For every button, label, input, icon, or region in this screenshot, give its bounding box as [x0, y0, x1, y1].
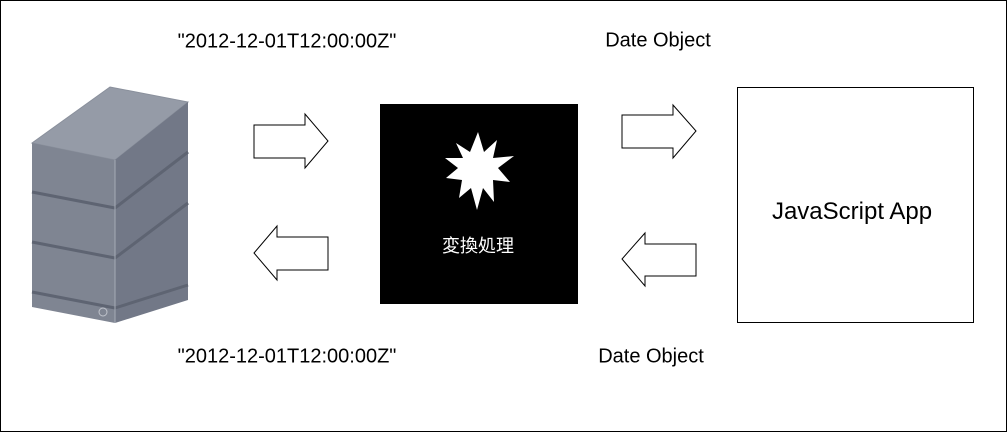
- converter-box: [380, 104, 578, 304]
- output-date-label: Date Object: [605, 29, 711, 52]
- arrow-right-icon: [253, 112, 329, 170]
- input-string-label: "2012-12-01T12:00:00Z": [177, 30, 397, 53]
- arrow-right-icon: [621, 103, 697, 160]
- output-string-label: "2012-12-01T12:00:00Z": [177, 345, 397, 368]
- server-icon: [30, 86, 190, 323]
- app-label: JavaScript App: [771, 198, 933, 225]
- arrow-left-icon: [253, 224, 329, 282]
- input-date-label: Date Object: [598, 345, 704, 368]
- arrow-left-icon: [621, 231, 697, 288]
- converter-label: 変換処理: [442, 236, 514, 256]
- diagram: "2012-12-01T12:00:00Z" Date Object "2012…: [0, 0, 1007, 432]
